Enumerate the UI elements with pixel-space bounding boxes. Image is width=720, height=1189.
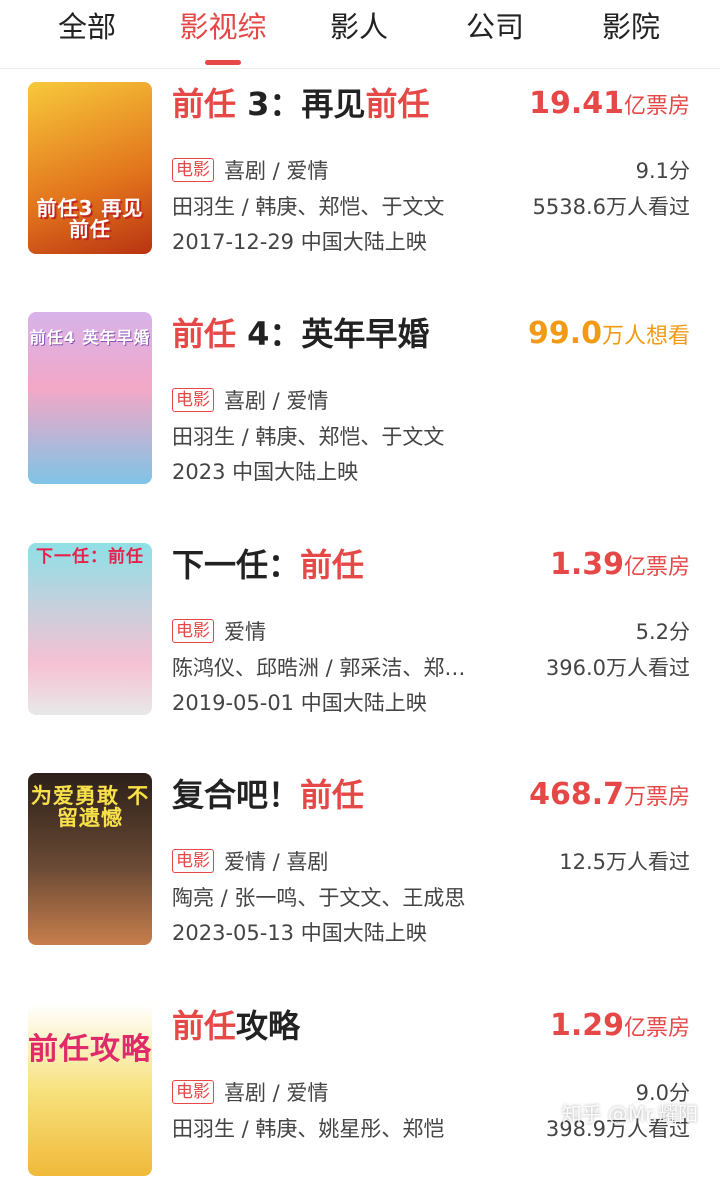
box-office: 1.39亿票房 bbox=[549, 547, 690, 582]
poster-title-text: 下一任：前任 bbox=[36, 547, 144, 567]
movie-type-badge: 电影 bbox=[172, 388, 214, 412]
movie-poster[interactable]: 为爱勇敢 不留遗憾 bbox=[28, 773, 152, 945]
tab-company[interactable]: 公司 bbox=[435, 8, 555, 46]
top-tab-bar: 全部 影视综 影人 公司 影院 bbox=[0, 0, 720, 69]
movie-release: 2017-12-29 中国大陆上映 bbox=[172, 230, 427, 254]
movie-poster[interactable]: 前任攻略 bbox=[28, 1004, 152, 1176]
movie-title[interactable]: 下一任：前任 bbox=[172, 545, 364, 585]
movie-item[interactable]: 为爱勇敢 不留遗憾 复合吧！前任 468.7万票房 电影 爱情 / 喜剧 12.5… bbox=[0, 773, 720, 958]
movie-title[interactable]: 前任 4：英年早婚 bbox=[172, 314, 429, 354]
movie-item[interactable]: 下一任：前任 下一任：前任 1.39亿票房 电影 爱情 5.2分 陈鸿仪、邱晧洲 … bbox=[0, 543, 720, 728]
movie-type-badge: 电影 bbox=[172, 158, 214, 182]
movie-type-badge: 电影 bbox=[172, 619, 214, 643]
movie-cast: 陶亮 / 张一鸣、于文文、王成思 bbox=[172, 886, 466, 910]
tab-all[interactable]: 全部 bbox=[27, 8, 147, 46]
movie-cast: 田羽生 / 韩庚、郑恺、于文文 bbox=[172, 425, 445, 449]
movie-genre-line: 电影 喜剧 / 爱情 bbox=[172, 386, 328, 416]
movie-release: 2019-05-01 中国大陆上映 bbox=[172, 691, 427, 715]
tab-people[interactable]: 影人 bbox=[299, 8, 419, 46]
movie-views: 5538.6万人看过 bbox=[532, 195, 690, 219]
movie-cast: 田羽生 / 韩庚、姚星彤、郑恺 bbox=[172, 1117, 445, 1141]
movie-item[interactable]: 前任4 英年早婚 前任 4：英年早婚 99.0万人想看 电影 喜剧 / 爱情 田羽… bbox=[0, 312, 720, 497]
movie-genre-line: 电影 喜剧 / 爱情 bbox=[172, 156, 328, 186]
movie-title[interactable]: 复合吧！前任 bbox=[172, 775, 364, 815]
movie-title[interactable]: 前任 3：再见前任 bbox=[172, 84, 429, 124]
movie-type-badge: 电影 bbox=[172, 1080, 214, 1104]
movie-views: 396.0万人看过 bbox=[545, 656, 690, 680]
movie-views: 12.5万人看过 bbox=[559, 850, 690, 874]
box-office: 19.41亿票房 bbox=[529, 86, 690, 121]
tab-cinema[interactable]: 影院 bbox=[571, 8, 691, 46]
watermark-text: 知乎 @Mr.耀阳 bbox=[561, 1102, 698, 1126]
movie-poster[interactable]: 下一任：前任 bbox=[28, 543, 152, 715]
movie-title[interactable]: 前任攻略 bbox=[172, 1006, 300, 1046]
movie-release: 2023-05-13 中国大陆上映 bbox=[172, 921, 427, 945]
poster-title-text: 前任3 再见前任 bbox=[36, 196, 144, 241]
movie-cast: 田羽生 / 韩庚、郑恺、于文文 bbox=[172, 195, 445, 219]
tab-film-tv-variety[interactable]: 影视综 bbox=[163, 8, 283, 46]
movie-poster[interactable]: 前任4 英年早婚 bbox=[28, 312, 152, 484]
box-office: 1.29亿票房 bbox=[549, 1008, 690, 1043]
movie-type-badge: 电影 bbox=[172, 849, 214, 873]
movie-cast: 陈鸿仪、邱晧洲 / 郭采洁、郑… bbox=[172, 656, 466, 680]
box-office: 468.7万票房 bbox=[529, 777, 690, 812]
movie-item[interactable]: 前任攻略 前任攻略 1.29亿票房 电影 喜剧 / 爱情 9.0分 田羽生 / 韩… bbox=[0, 1004, 720, 1189]
movie-genre-line: 电影 爱情 bbox=[172, 617, 266, 647]
want-to-see-count: 99.0万人想看 bbox=[527, 316, 690, 351]
movie-genre-line: 电影 爱情 / 喜剧 bbox=[172, 847, 328, 877]
poster-title-text: 前任4 英年早婚 bbox=[29, 328, 151, 347]
movie-release: 2023 中国大陆上映 bbox=[172, 460, 359, 484]
poster-title-text: 为爱勇敢 不留遗憾 bbox=[30, 784, 150, 831]
movie-rating: 5.2分 bbox=[635, 620, 690, 644]
movie-item[interactable]: 前任3 再见前任 前任 3：再见前任 19.41亿票房 电影 喜剧 / 爱情 9.… bbox=[0, 82, 720, 267]
movie-rating: 9.1分 bbox=[635, 159, 690, 183]
active-tab-indicator bbox=[205, 60, 241, 65]
movie-poster[interactable]: 前任3 再见前任 bbox=[28, 82, 152, 254]
movie-genre-line: 电影 喜剧 / 爱情 bbox=[172, 1078, 328, 1108]
poster-title-text: 前任攻略 bbox=[28, 1032, 152, 1067]
